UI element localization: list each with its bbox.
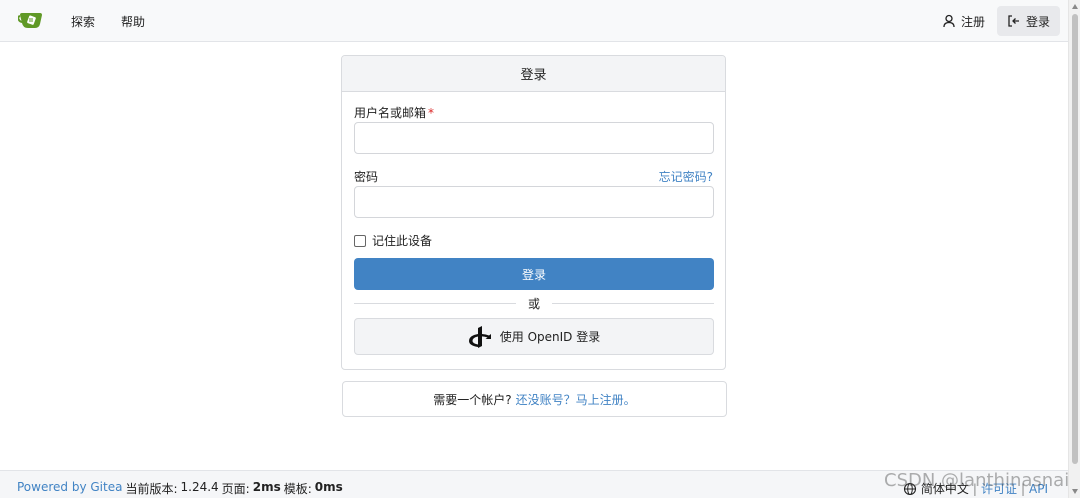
nav-explore-link[interactable]: 探索 <box>71 13 95 30</box>
register-link[interactable]: 还没账号？马上注册。 <box>516 391 636 408</box>
password-input[interactable] <box>354 186 714 218</box>
page-time-value: 2ms <box>252 480 281 494</box>
login-submit-button[interactable]: 登录 <box>354 258 714 290</box>
or-divider: 或 <box>354 296 715 311</box>
template-time-value: 0ms <box>314 480 343 494</box>
person-icon <box>943 14 955 28</box>
nav-login-label: 登录 <box>1026 14 1051 29</box>
api-link[interactable]: API <box>1029 482 1048 496</box>
login-card: 登录 用户名或邮箱 * 密码 忘记密码? 记住此设备 登录 或 使用 OpenID… <box>341 55 726 370</box>
nav-login-button[interactable]: 登录 <box>997 6 1061 36</box>
username-input[interactable] <box>354 122 714 154</box>
login-title: 登录 <box>520 68 547 83</box>
nav-register-button[interactable]: 注册 <box>932 6 995 36</box>
sign-in-icon <box>1008 15 1019 27</box>
page-scrollbar[interactable] <box>1068 0 1080 498</box>
footer-links: 简体中文 | 许可证 | API <box>903 480 1048 497</box>
scrollbar-thumb[interactable] <box>1072 14 1078 464</box>
divider-line-right <box>552 302 715 304</box>
register-prompt: 需要一个帐户? 还没账号？马上注册。 <box>342 381 727 417</box>
openid-icon <box>468 325 491 348</box>
license-link[interactable]: 许可证 <box>981 480 1017 497</box>
login-submit-label: 登录 <box>521 267 546 282</box>
footer-info: Powered by Gitea 当前版本: 1.24.4 页面: 2ms 模板… <box>17 480 343 497</box>
openid-login-label: 使用 OpenID 登录 <box>499 330 601 344</box>
footer: Powered by Gitea 当前版本: 1.24.4 页面: 2ms 模板… <box>0 470 1068 498</box>
remember-checkbox[interactable] <box>354 234 366 247</box>
remember-device[interactable]: 记住此设备 <box>354 232 432 249</box>
nav-register-label: 注册 <box>961 14 986 29</box>
scroll-down-icon[interactable] <box>1072 489 1078 494</box>
divider-text: 或 <box>528 296 541 311</box>
divider-line-left <box>354 302 516 304</box>
forgot-password-link[interactable]: 忘记密码? <box>659 168 713 185</box>
language-selector[interactable]: 简体中文 <box>921 480 969 497</box>
page-time-label: 页面: <box>221 482 250 496</box>
username-label-text: 用户名或邮箱 <box>354 106 427 120</box>
openid-login-button[interactable]: 使用 OpenID 登录 <box>354 318 714 355</box>
remember-label: 记住此设备 <box>372 234 433 248</box>
login-card-header: 登录 <box>342 56 725 92</box>
scroll-up-icon[interactable] <box>1072 4 1078 9</box>
required-mark: * <box>428 106 435 120</box>
nav-help-link[interactable]: 帮助 <box>121 13 145 30</box>
footer-separator: | <box>972 481 977 496</box>
username-label: 用户名或邮箱 * <box>354 104 434 121</box>
globe-icon <box>903 482 916 495</box>
register-prompt-text: 需要一个帐户? <box>433 392 512 407</box>
version-value: 1.24.4 <box>180 480 219 494</box>
top-navbar: 探索 帮助 注册 登录 <box>0 0 1080 42</box>
version-label: 当前版本: <box>125 482 178 496</box>
template-time-label: 模板: <box>283 482 312 496</box>
powered-by-link[interactable]: Powered by Gitea <box>17 480 122 497</box>
footer-separator: | <box>1020 481 1026 496</box>
password-label: 密码 <box>354 170 379 184</box>
gitea-logo-icon[interactable] <box>18 9 46 31</box>
